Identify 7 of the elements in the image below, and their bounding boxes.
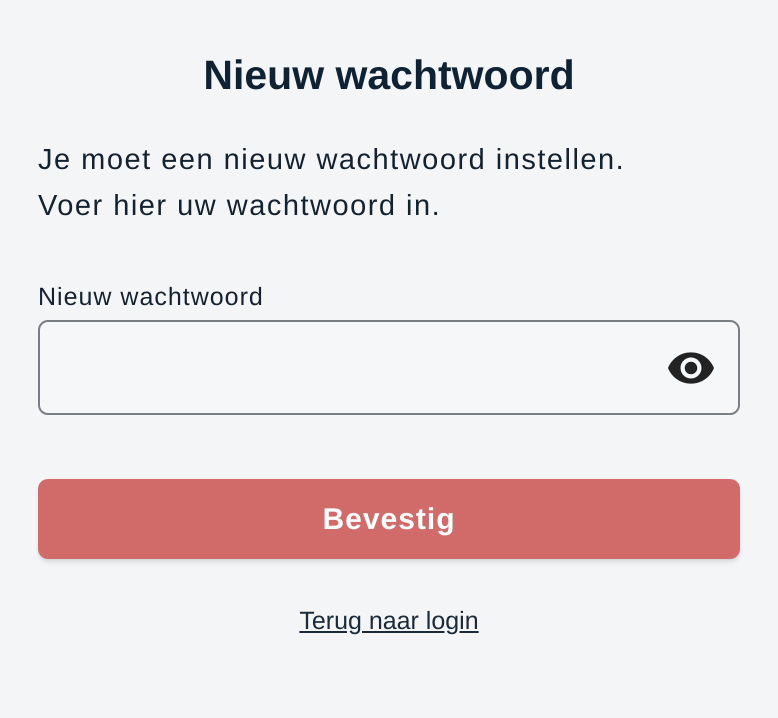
password-field[interactable] (38, 320, 740, 415)
instruction-text: Voer hier uw wachtwoord in. (38, 189, 442, 224)
instruction-text: Je moet een nieuw wachtwoord instellen. (38, 143, 626, 178)
page-title: Nieuw wachtwoord (203, 51, 575, 100)
eye-icon[interactable] (668, 352, 714, 384)
back-to-login-link[interactable]: Terug naar login (299, 603, 479, 640)
field-label: Nieuw wachtwoord (38, 282, 264, 312)
